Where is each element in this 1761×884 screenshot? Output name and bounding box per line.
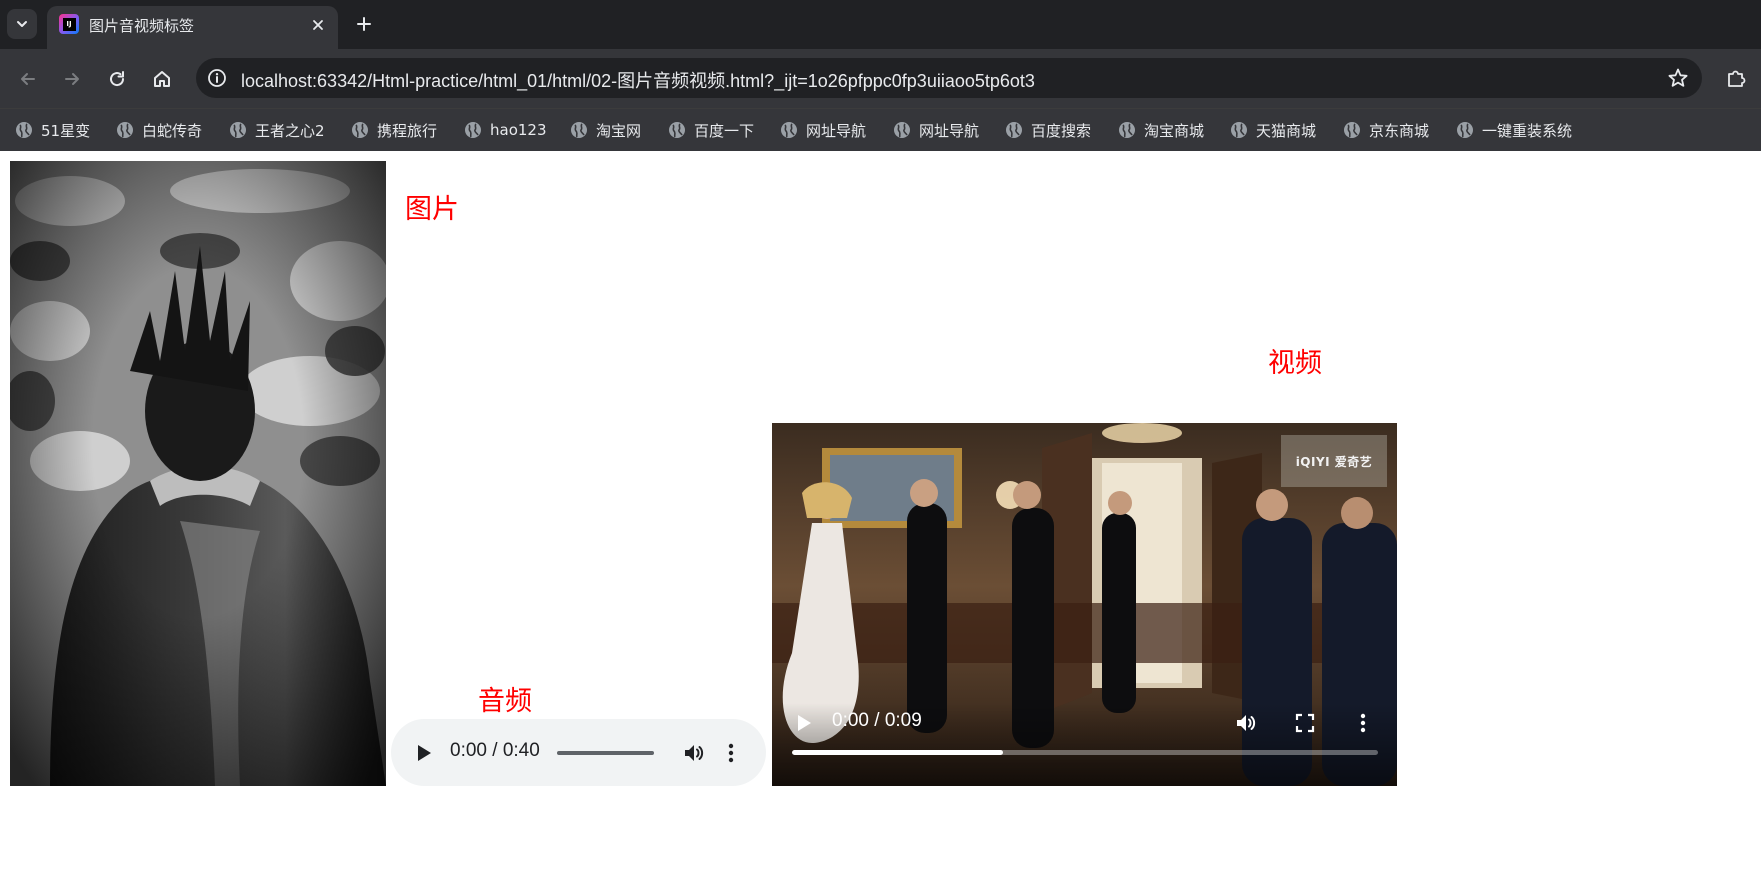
arrow-left-icon xyxy=(21,73,35,85)
audio-volume-button[interactable] xyxy=(681,740,707,766)
video-player[interactable]: iQIYI 爱奇艺 0:00 / 0:09 xyxy=(772,423,1397,786)
plus-icon xyxy=(357,17,371,31)
globe-icon xyxy=(464,121,482,139)
more-vertical-icon xyxy=(728,743,734,763)
bookmark-item[interactable]: 白蛇传奇 xyxy=(116,117,202,143)
forward-button[interactable] xyxy=(57,64,87,94)
audio-time-display: 0:00 / 0:40 xyxy=(450,740,540,761)
bookmark-label: 网址导航 xyxy=(806,121,867,140)
video-buffered-bar xyxy=(792,750,1003,755)
bookmark-item[interactable]: 淘宝商城 xyxy=(1118,117,1204,143)
globe-icon xyxy=(570,121,588,139)
volume-icon xyxy=(1237,715,1256,731)
home-button[interactable] xyxy=(147,64,177,94)
video-fullscreen-button[interactable] xyxy=(1293,711,1317,735)
video-seek-bar[interactable] xyxy=(792,750,1378,755)
back-button[interactable] xyxy=(13,64,43,94)
video-play-button[interactable] xyxy=(792,711,816,735)
info-icon[interactable] xyxy=(206,67,228,89)
video-volume-button[interactable] xyxy=(1233,710,1259,736)
globe-icon xyxy=(229,121,247,139)
globe-icon xyxy=(15,121,33,139)
tab-strip: IJ 图片音视频标签 xyxy=(0,0,1761,49)
page-content: 图片 音频 视频 0:00 / 0:40 iQIYI 爱奇艺 0:00 / 0:… xyxy=(0,151,1761,884)
address-bar[interactable]: localhost:63342/Html-practice/html_01/ht… xyxy=(196,58,1702,98)
bookmark-star-button[interactable] xyxy=(1666,66,1690,90)
bookmark-label: 白蛇传奇 xyxy=(142,121,203,140)
bookmark-label: 王者之心2 xyxy=(255,121,325,140)
tab-search-button[interactable] xyxy=(7,9,37,39)
globe-icon xyxy=(1005,121,1023,139)
close-icon xyxy=(313,20,323,30)
globe-icon xyxy=(351,121,369,139)
bookmark-item[interactable]: 百度搜索 xyxy=(1005,117,1091,143)
audio-label: 音频 xyxy=(478,686,532,717)
bookmark-label: 淘宝网 xyxy=(596,121,642,140)
bookmark-item[interactable]: 网址导航 xyxy=(893,117,979,143)
bookmark-label: 京东商城 xyxy=(1369,121,1430,140)
video-time-display: 0:00 / 0:09 xyxy=(832,710,922,731)
more-vertical-icon xyxy=(1360,713,1366,733)
bookmark-label: hao123 xyxy=(490,121,547,139)
bookmark-item[interactable]: 天猫商城 xyxy=(1230,117,1316,143)
video-label: 视频 xyxy=(1268,348,1322,379)
active-tab[interactable]: IJ 图片音视频标签 xyxy=(47,6,338,49)
star-icon xyxy=(1668,68,1688,87)
bookmark-label: 携程旅行 xyxy=(377,121,438,140)
bookmarks-bar: 51星变 白蛇传奇 王者之心2 携程旅行 hao123 淘宝网 百度一下 网址导… xyxy=(0,108,1761,151)
volume-icon xyxy=(685,745,704,761)
globe-icon xyxy=(1343,121,1361,139)
audio-play-button[interactable] xyxy=(412,741,436,765)
globe-icon xyxy=(893,121,911,139)
image-label: 图片 xyxy=(405,194,459,225)
globe-icon xyxy=(1456,121,1474,139)
bookmark-item[interactable]: 携程旅行 xyxy=(351,117,437,143)
puzzle-icon xyxy=(1728,70,1746,87)
new-tab-button[interactable] xyxy=(350,10,378,38)
play-icon xyxy=(798,715,811,731)
arrow-right-icon xyxy=(65,73,79,85)
tab-close-button[interactable] xyxy=(308,15,328,35)
audio-more-button[interactable] xyxy=(722,740,740,766)
photo-image xyxy=(10,161,386,786)
bookmark-label: 淘宝商城 xyxy=(1144,121,1205,140)
bookmark-item[interactable]: 淘宝网 xyxy=(570,117,641,143)
home-icon xyxy=(154,71,170,87)
audio-seek-bar[interactable] xyxy=(557,751,654,755)
bookmark-label: 网址导航 xyxy=(919,121,980,140)
globe-icon xyxy=(780,121,798,139)
bookmark-label: 天猫商城 xyxy=(1256,121,1317,140)
chevron-down-icon xyxy=(17,21,27,27)
bookmark-label: 一键重装系统 xyxy=(1482,121,1573,140)
reload-icon xyxy=(110,71,125,87)
bookmark-label: 百度搜索 xyxy=(1031,121,1092,140)
tab-title: 图片音视频标签 xyxy=(89,17,195,35)
bookmark-item[interactable]: hao123 xyxy=(464,117,547,143)
globe-icon xyxy=(1230,121,1248,139)
iqiyi-watermark: iQIYI 爱奇艺 xyxy=(1281,435,1387,487)
bookmark-item[interactable]: 王者之心2 xyxy=(229,117,325,143)
bookmark-item[interactable]: 京东商城 xyxy=(1343,117,1429,143)
bookmark-label: 百度一下 xyxy=(694,121,755,140)
fullscreen-icon xyxy=(1295,713,1315,733)
reload-button[interactable] xyxy=(102,64,132,94)
video-more-button[interactable] xyxy=(1355,710,1371,736)
jetbrains-icon: IJ xyxy=(59,14,79,34)
globe-icon xyxy=(668,121,686,139)
extensions-button[interactable] xyxy=(1722,64,1750,92)
play-icon xyxy=(418,745,431,761)
bookmark-item[interactable]: 一键重装系统 xyxy=(1456,117,1572,143)
url-text[interactable]: localhost:63342/Html-practice/html_01/ht… xyxy=(241,67,1035,93)
bookmark-item[interactable]: 网址导航 xyxy=(780,117,866,143)
globe-icon xyxy=(1118,121,1136,139)
bookmark-label: 51星变 xyxy=(41,121,91,140)
bookmark-item[interactable]: 51星变 xyxy=(15,117,90,143)
audio-player[interactable]: 0:00 / 0:40 xyxy=(391,719,766,786)
bookmark-item[interactable]: 百度一下 xyxy=(668,117,754,143)
video-controls: 0:00 / 0:09 xyxy=(772,703,1397,786)
browser-toolbar: localhost:63342/Html-practice/html_01/ht… xyxy=(0,49,1761,108)
globe-icon xyxy=(116,121,134,139)
